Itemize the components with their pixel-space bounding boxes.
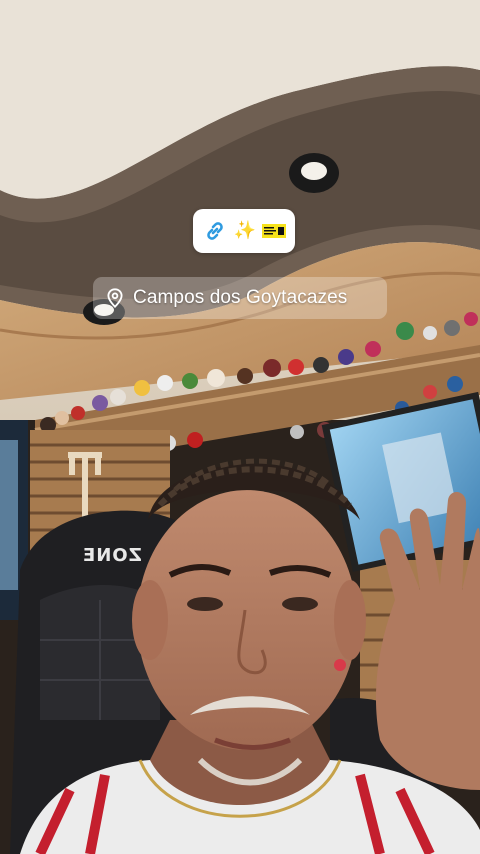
story-photo: ZONE (0, 0, 480, 854)
chair-brand-text: ZONE (82, 545, 142, 566)
brand-logo-icon (262, 224, 287, 238)
location-pin-icon (103, 286, 127, 310)
link-icon (202, 218, 228, 244)
location-sticker[interactable]: Campos dos Goytacazes (93, 277, 387, 319)
link-sticker[interactable]: ✨ (193, 209, 295, 253)
location-label: Campos dos Goytacazes (133, 287, 348, 308)
sparkles-icon: ✨ (233, 220, 257, 241)
